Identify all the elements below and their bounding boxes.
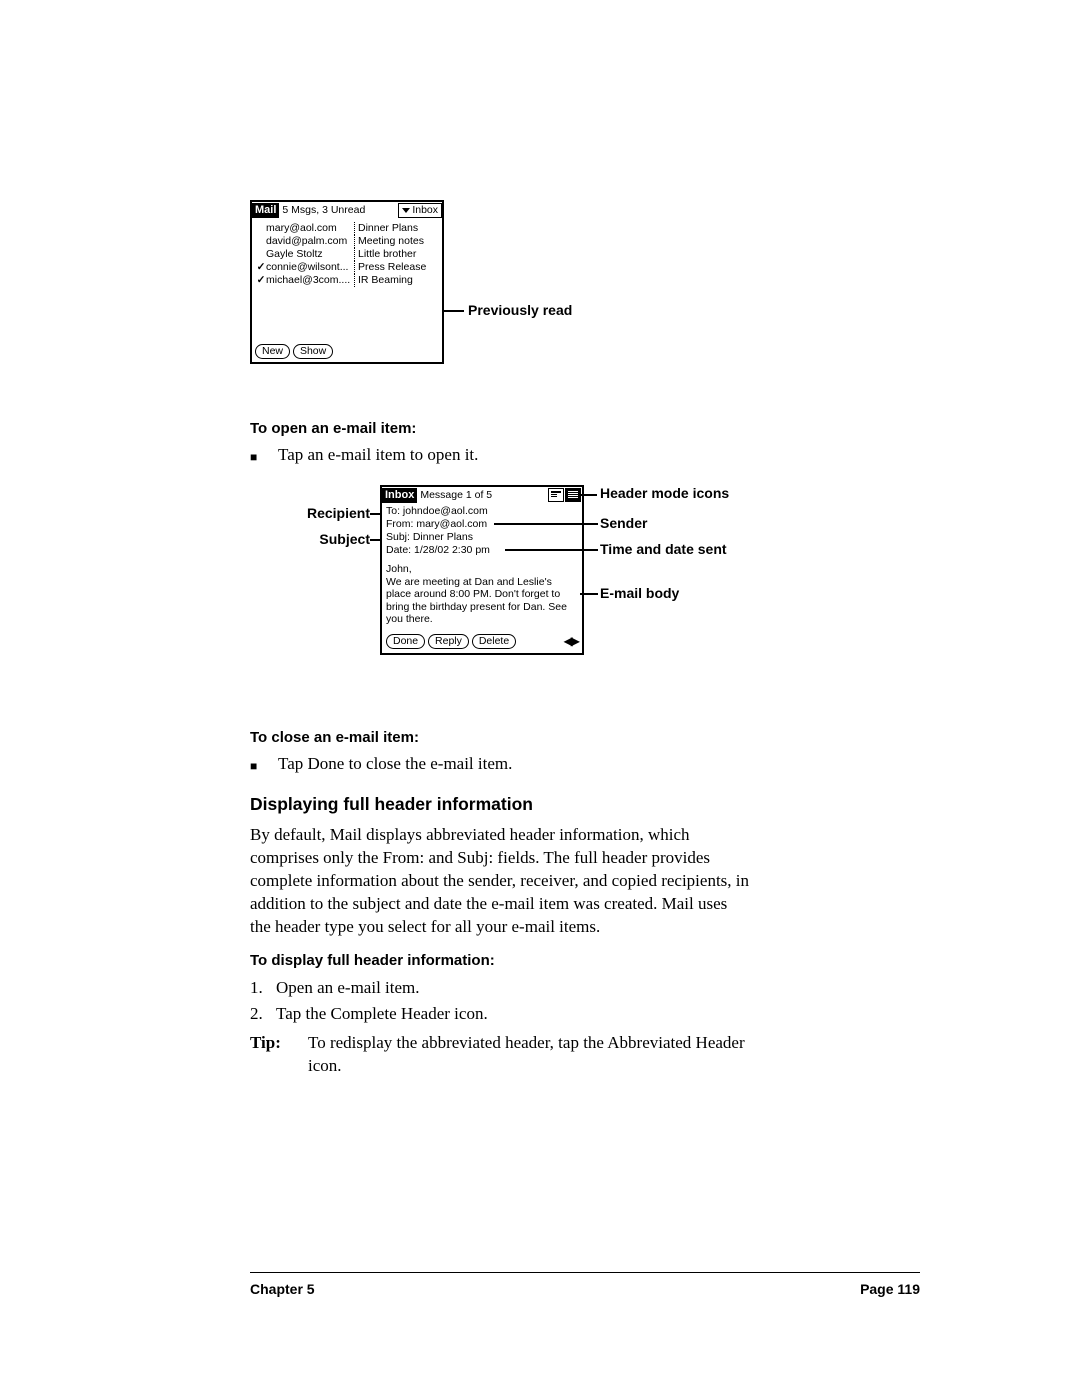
done-button[interactable]: Done [386,634,425,649]
mail-sender: connie@wilsont... [266,261,354,274]
tip-label: Tip: [250,1031,290,1077]
mail-row[interactable]: ✓connie@wilsont...Press Release [256,261,442,274]
figure-message-detail: Recipient Subject Inbox Message 1 of 5 T… [280,485,920,705]
callout-time: Time and date sent [600,541,727,557]
mail-subject: Press Release [354,261,426,274]
page-footer: Chapter 5 Page 119 [250,1272,920,1297]
full-header-icon[interactable] [565,488,581,502]
callout-recipient: Recipient [280,505,370,521]
delete-button[interactable]: Delete [472,634,516,649]
close-item-list: Tap Done to close the e-mail item. [250,752,920,776]
message-detail-screen: Inbox Message 1 of 5 To: johndoe@aol.com… [380,485,584,655]
footer-page: Page 119 [860,1281,920,1297]
abbrev-header-icon[interactable] [548,488,564,502]
show-button[interactable]: Show [293,344,333,359]
mail-status: 5 Msgs, 3 Unread [279,204,365,217]
mail-subject: Meeting notes [354,235,424,248]
steps-list: 1.Open an e-mail item.2.Tap the Complete… [250,975,920,1027]
date-line: Date: 1/28/02 2:30 pm [386,544,578,557]
detail-titlebar: Inbox Message 1 of 5 [382,487,582,503]
callout-connector [494,523,598,525]
mail-row[interactable]: david@palm.comMeeting notes [256,235,442,248]
mail-subject: Little brother [354,248,416,261]
section-paragraph: By default, Mail displays abbreviated he… [250,823,750,938]
heading-display-full: To display full header information: [250,952,920,969]
chevron-down-icon [402,208,410,213]
callout-connector [505,549,598,551]
heading-close-item: To close an e-mail item: [250,729,920,746]
callout-connector [580,593,598,595]
tip-row: Tip: To redisplay the abbreviated header… [250,1031,750,1077]
message-body: John,We are meeting at Dan and Leslie's … [386,563,578,626]
callout-subject: Subject [280,531,370,547]
folder-dropdown[interactable]: Inbox [398,203,442,218]
mail-row[interactable]: Gayle StoltzLittle brother [256,248,442,261]
callout-connector [581,494,597,496]
reply-button[interactable]: Reply [428,634,469,649]
open-item-bullet: Tap an e-mail item to open it. [250,443,920,467]
to-line: To: johndoe@aol.com [386,505,578,518]
from-line: From: mary@aol.com [386,518,578,531]
callout-header-icons: Header mode icons [600,485,729,501]
mail-sender: Gayle Stoltz [266,248,354,261]
step-item: 1.Open an e-mail item. [250,975,920,1001]
figure-mail-list: Mail 5 Msgs, 3 Unread Inbox mary@aol.com… [250,200,920,400]
mail-list-screen: Mail 5 Msgs, 3 Unread Inbox mary@aol.com… [250,200,444,364]
detail-count: Message 1 of 5 [417,489,492,502]
folder-name: Inbox [412,204,438,217]
new-button[interactable]: New [255,344,290,359]
callout-sender: Sender [600,515,647,531]
close-item-bullet: Tap Done to close the e-mail item. [250,752,920,776]
callout-body: E-mail body [600,585,679,601]
heading-open-item: To open an e-mail item: [250,420,920,437]
mail-row[interactable]: ✓michael@3com....IR Beaming [256,274,442,287]
mail-list-body: mary@aol.comDinner Plansdavid@palm.comMe… [252,218,442,342]
detail-body: To: johndoe@aol.com From: mary@aol.com S… [382,503,582,628]
callout-connector [442,310,464,312]
section-heading: Displaying full header information [250,794,920,815]
subj-line: Subj: Dinner Plans [386,531,578,544]
mail-sender: david@palm.com [266,235,354,248]
read-check-icon: ✓ [256,261,266,274]
footer-chapter: Chapter 5 [250,1281,315,1297]
tip-text: To redisplay the abbreviated header, tap… [308,1031,750,1077]
header-mode-icons[interactable] [548,488,582,502]
mail-app-title: Mail [252,203,279,218]
mail-sender: michael@3com.... [266,274,354,287]
mail-subject: Dinner Plans [354,222,418,235]
prev-next-arrows[interactable]: ◀▶ [564,635,578,648]
read-check-icon: ✓ [256,274,266,287]
step-item: 2.Tap the Complete Header icon. [250,1001,920,1027]
mail-titlebar: Mail 5 Msgs, 3 Unread Inbox [252,202,442,218]
mail-row[interactable]: mary@aol.comDinner Plans [256,222,442,235]
mail-subject: IR Beaming [354,274,413,287]
callout-previously-read: Previously read [468,302,572,318]
open-item-list: Tap an e-mail item to open it. [250,443,920,467]
detail-folder: Inbox [382,488,417,503]
mail-sender: mary@aol.com [266,222,354,235]
